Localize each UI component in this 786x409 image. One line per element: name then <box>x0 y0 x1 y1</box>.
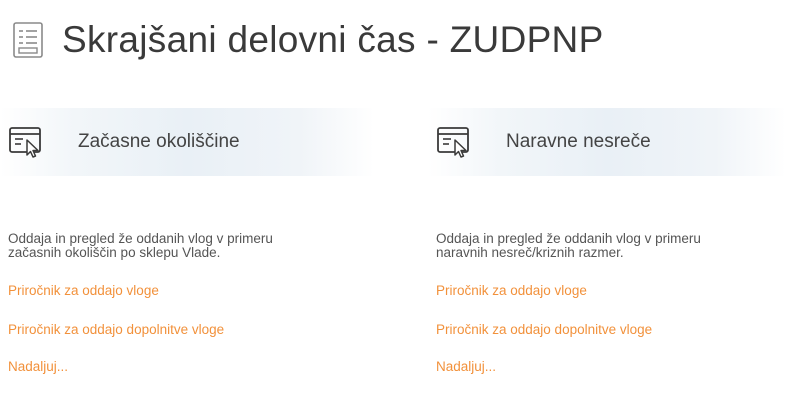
continue-link[interactable]: Nadaljuj... <box>8 359 374 374</box>
form-cursor-icon <box>9 127 41 158</box>
card-description: Oddaja in pregled že oddanih vlog v prim… <box>8 232 374 260</box>
form-cursor-icon <box>437 127 469 158</box>
card-title: Naravne nesreče <box>506 131 651 152</box>
card-title: Začasne okoliščine <box>78 131 240 152</box>
list-document-icon <box>13 22 43 58</box>
supplement-manual-link[interactable]: Priročnik za oddajo dopolnitve vloge <box>436 322 786 337</box>
page-header: Skrajšani delovni čas - ZUDPNP <box>8 14 604 66</box>
continue-link[interactable]: Nadaljuj... <box>436 359 786 374</box>
card-zacasne-okoliscine[interactable]: Začasne okoliščine Oddaja in pregled že … <box>0 108 374 374</box>
manual-link[interactable]: Priročnik za oddajo vloge <box>436 283 786 298</box>
card-description: Oddaja in pregled že oddanih vlog v prim… <box>436 232 786 260</box>
card-description-line-2: naravnih nesreč/kriznih razmer. <box>436 245 624 260</box>
manual-link[interactable]: Priročnik za oddajo vloge <box>8 283 374 298</box>
card-description-line-2: začasnih okoliščin po sklepu Vlade. <box>8 245 221 260</box>
card-body: Oddaja in pregled že oddanih vlog v prim… <box>0 232 374 375</box>
card-description-line-1: Oddaja in pregled že oddanih vlog v prim… <box>8 231 273 246</box>
supplement-manual-link[interactable]: Priročnik za oddajo dopolnitve vloge <box>8 322 374 337</box>
page-title: Skrajšani delovni čas - ZUDPNP <box>62 19 604 60</box>
card-body: Oddaja in pregled že oddanih vlog v prim… <box>428 232 786 375</box>
card-naravne-nesrece[interactable]: Naravne nesreče Oddaja in pregled že odd… <box>428 108 786 374</box>
card-description-line-1: Oddaja in pregled že oddanih vlog v prim… <box>436 231 701 246</box>
card-header[interactable]: Začasne okoliščine <box>0 108 374 176</box>
page: Skrajšani delovni čas - ZUDPNP Začasne o… <box>0 0 786 409</box>
card-header[interactable]: Naravne nesreče <box>428 108 786 176</box>
